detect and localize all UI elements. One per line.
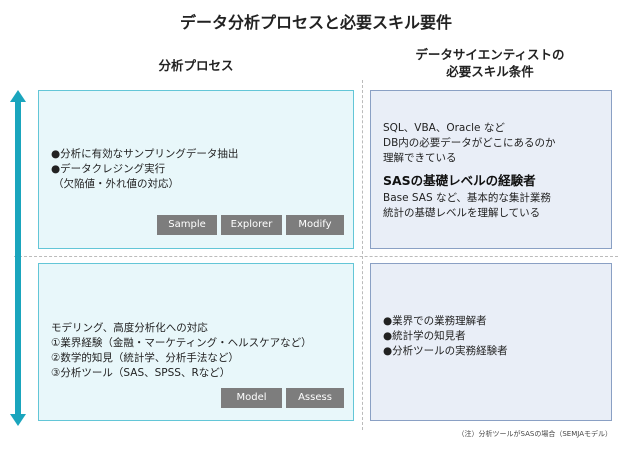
left-column-header: 分析プロセス [158,58,234,73]
top-right-line-2: DB内の必要データがどこにあるのか [383,137,556,149]
explorer-button[interactable]: Explorer [221,215,282,235]
bottom-left-text: モデリング、高度分析化への対応 ①業界経験（金融・マーケティング・ヘルスケアなど… [51,321,351,381]
modify-button[interactable]: Modify [286,215,344,235]
top-right-line-5: 統計の基礎レベルを理解している [383,207,541,219]
bottom-left-line-2: ①業界経験（金融・マーケティング・ヘルスケアなど） [51,337,312,349]
top-left-line-2: ●データクレジング実行 [51,163,166,175]
right-column-header: データサイエンティストの 必要スキル条件 [368,46,612,80]
top-right-text: SQL、VBA、Oracle など DB内の必要データがどこにあるのか 理解でき… [383,121,609,221]
top-left-line-1: ●分析に有効なサンプリングデータ抽出 [51,148,239,160]
footnote: （注）分析ツールがSASの場合（SEMJAモデル） [457,430,612,438]
top-left-process-box: ●分析に有効なサンプリングデータ抽出 ●データクレジング実行 （欠陥値・外れ値の… [38,90,354,249]
assess-button[interactable]: Assess [286,388,344,408]
bottom-left-line-4: ③分析ツール（SAS、SPSS、Rなど） [51,367,231,379]
top-right-line-4: Base SAS など、基本的な集計業務 [383,192,551,204]
sample-button[interactable]: Sample [157,215,217,235]
double-arrow-icon [10,90,26,426]
right-header-line-2: 必要スキル条件 [446,64,534,79]
horizontal-divider [14,256,618,257]
bottom-right-text: ●業界での業務理解者 ●統計学の知見者 ●分析ツールの実務経験者 [383,314,609,359]
top-left-text: ●分析に有効なサンプリングデータ抽出 ●データクレジング実行 （欠陥値・外れ値の… [51,147,347,192]
top-left-line-3: （欠陥値・外れ値の対応） [53,178,179,190]
vertical-divider [362,80,363,430]
top-right-line-1: SQL、VBA、Oracle など [383,122,505,134]
top-right-heading: SASの基礎レベルの経験者 [383,173,536,188]
right-header-line-1: データサイエンティストの [415,47,565,62]
top-right-line-3: 理解できている [383,152,457,164]
bottom-right-line-1: ●業界での業務理解者 [383,315,487,327]
bottom-left-line-1: モデリング、高度分析化への対応 [51,322,208,334]
model-button[interactable]: Model [221,388,282,408]
process-arrow [10,90,26,426]
bottom-left-line-3: ②数学的知見（統計学、分析手法など） [51,352,239,364]
bottom-right-line-3: ●分析ツールの実務経験者 [383,345,508,357]
bottom-left-process-box: モデリング、高度分析化への対応 ①業界経験（金融・マーケティング・ヘルスケアなど… [38,263,354,421]
bottom-right-skill-box: ●業界での業務理解者 ●統計学の知見者 ●分析ツールの実務経験者 [370,263,612,421]
bottom-right-line-2: ●統計学の知見者 [383,330,466,342]
top-right-skill-box: SQL、VBA、Oracle など DB内の必要データがどこにあるのか 理解でき… [370,90,612,249]
diagram-title: データ分析プロセスと必要スキル要件 [179,13,452,32]
